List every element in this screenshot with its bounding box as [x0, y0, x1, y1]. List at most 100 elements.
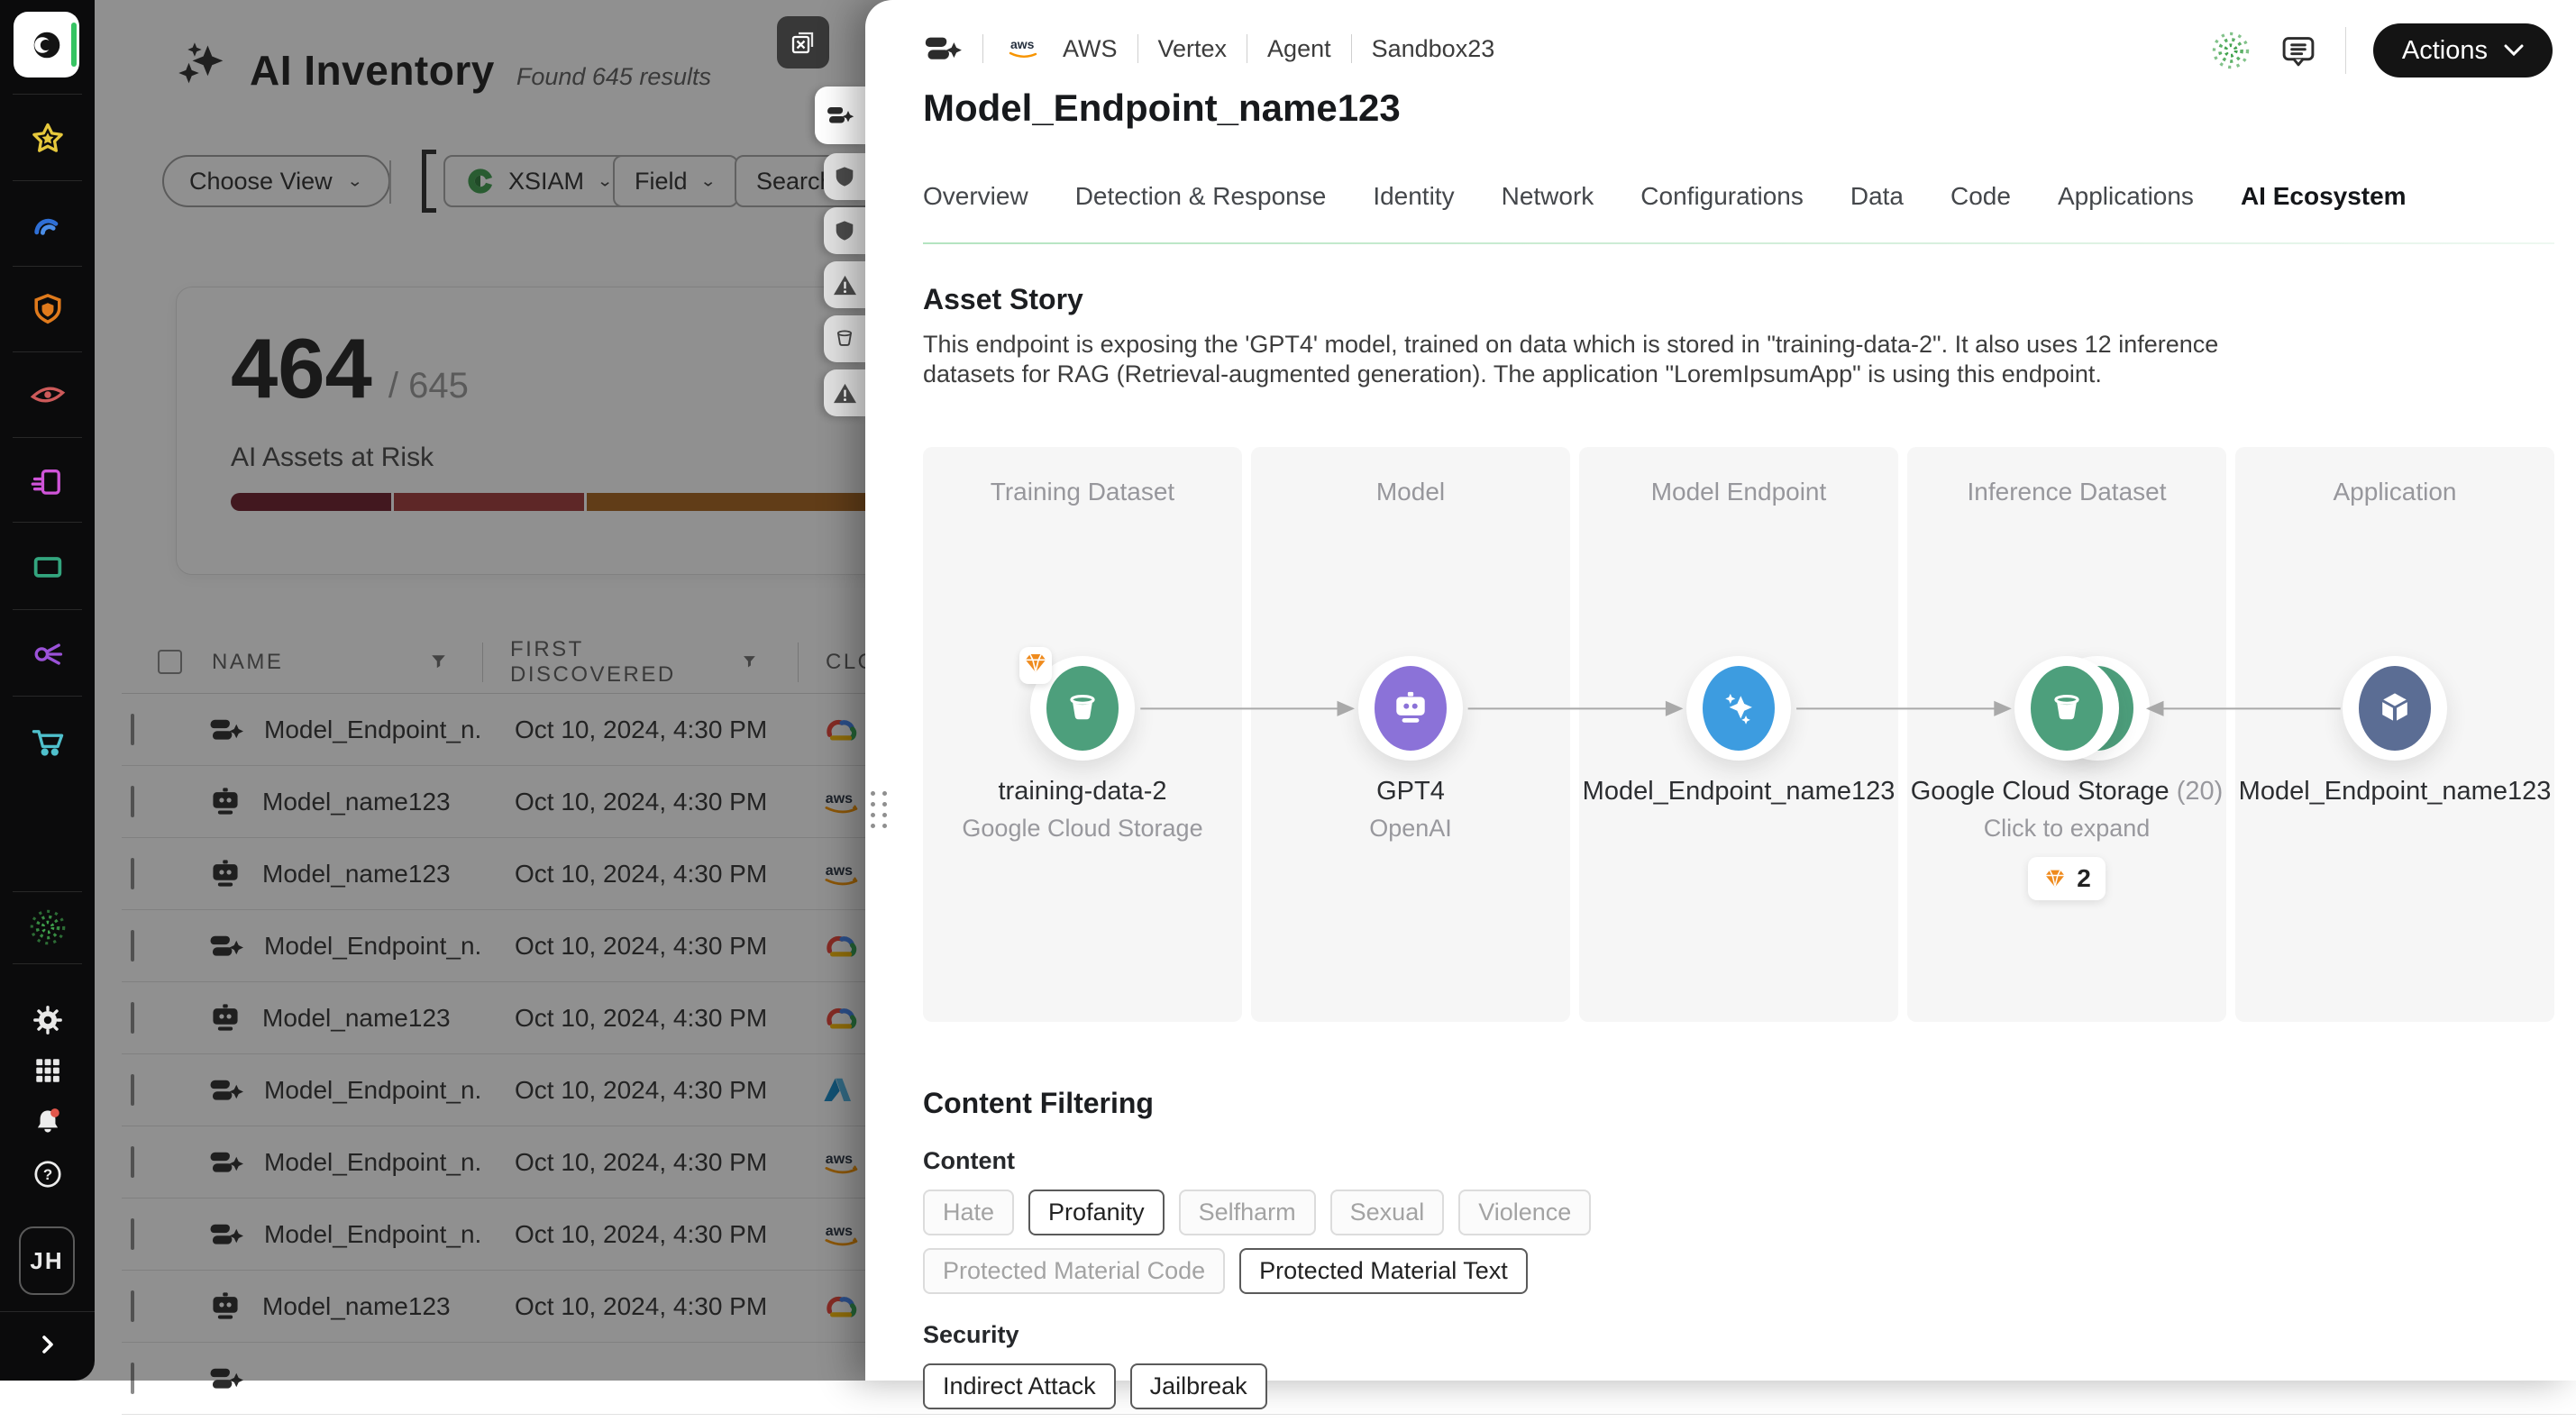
grid-icon	[32, 1054, 64, 1087]
tab-ai-ecosystem[interactable]: AI Ecosystem	[2241, 182, 2407, 233]
column-inference-dataset: Inference Dataset	[1907, 447, 2226, 1022]
ai-copilot-spiral-icon[interactable]	[2210, 30, 2252, 71]
panel-title: Model_Endpoint_name123	[923, 87, 1401, 130]
panel-resize-handle[interactable]	[871, 791, 888, 828]
chip-group-label-security: Security	[923, 1321, 2540, 1349]
tab-identity[interactable]: Identity	[1373, 182, 1454, 233]
node-count: (20)	[2177, 777, 2224, 806]
sidebar-item-reports[interactable]	[0, 465, 95, 501]
sidebar-item-protection[interactable]	[0, 292, 95, 328]
sidebar-item-home[interactable]	[14, 12, 79, 77]
chip-group-label-content: Content	[923, 1147, 2540, 1175]
node-training-dataset[interactable]: training-data-2 Google Cloud Storage	[923, 656, 1242, 843]
tab-network[interactable]: Network	[1502, 182, 1594, 233]
breadcrumb: aws AWS Vertex Agent Sandbox23	[923, 31, 1494, 67]
tab-applications[interactable]: Applications	[2058, 182, 2194, 233]
app-sidebar: ? JH	[0, 0, 95, 1381]
content-filtering-heading: Content Filtering	[923, 1087, 2540, 1120]
eye-icon	[29, 378, 67, 411]
panel-tab-alert[interactable]	[824, 369, 865, 416]
column-application: Application Model_Endpoint_name123	[2235, 447, 2554, 1022]
chevron-right-icon	[32, 1328, 64, 1361]
node-sublabel: OpenAI	[1369, 815, 1452, 843]
sidebar-item-insights[interactable]	[0, 207, 95, 243]
node-label[interactable]: training-data-2	[999, 777, 1167, 807]
tab-overview[interactable]: Overview	[923, 182, 1028, 233]
chip-protected-material-text[interactable]: Protected Material Text	[1239, 1248, 1528, 1294]
panel-tabs: Overview Detection & Response Identity Netw…	[923, 182, 2407, 233]
breadcrumb-category[interactable]: Agent	[1267, 35, 1331, 63]
svg-text:aws: aws	[1010, 37, 1035, 51]
chip-row: Protected Material Code Protected Materia…	[923, 1248, 2540, 1294]
content-filtering-section: Content Filtering Content Hate Profanity Se…	[923, 1087, 2540, 1422]
sidebar-item-threat-intel[interactable]	[0, 378, 95, 411]
panel-tab-shield[interactable]	[824, 207, 865, 254]
gem-icon	[2042, 866, 2068, 891]
bucket-icon	[1062, 688, 1103, 729]
sidebar-item-automation[interactable]	[0, 636, 95, 672]
asset-story-heading: Asset Story	[923, 283, 1083, 316]
risk-count-badge[interactable]: 2	[2028, 857, 2106, 900]
node-label[interactable]: Model_Endpoint_name123	[2239, 777, 2552, 807]
aws-logo-icon: aws	[1003, 35, 1043, 62]
column-model-endpoint: Model Endpoint Model_Endpoint_name123	[1579, 447, 1898, 1022]
panel-tab-dataset[interactable]	[824, 315, 865, 362]
node-model-endpoint[interactable]: Model_Endpoint_name123	[1579, 656, 1898, 807]
robot-icon	[1391, 688, 1430, 728]
help-icon: ?	[31, 1157, 65, 1191]
asset-detail-panel: aws AWS Vertex Agent Sandbox23 Actions M…	[865, 0, 2576, 1381]
sidebar-item-notifications[interactable]	[0, 1105, 95, 1139]
document-icon	[30, 465, 66, 501]
sidebar-item-favorites[interactable]	[0, 121, 95, 157]
chip-jailbreak[interactable]: Jailbreak	[1130, 1363, 1267, 1409]
node-label[interactable]: GPT4	[1376, 777, 1445, 807]
tab-configurations[interactable]: Configurations	[1640, 182, 1804, 233]
chip-violence[interactable]: Violence	[1458, 1190, 1591, 1235]
share-icon	[30, 636, 66, 672]
chip-sexual[interactable]: Sexual	[1330, 1190, 1445, 1235]
node-model[interactable]: GPT4 OpenAI	[1251, 656, 1570, 843]
sidebar-item-copilot[interactable]	[0, 907, 95, 947]
sidebar-item-apps[interactable]	[0, 1054, 95, 1087]
chip-row: Hate Profanity Selfharm Sexual Violence	[923, 1190, 2540, 1235]
comment-icon[interactable]	[2279, 31, 2318, 70]
xql-icon	[787, 26, 819, 59]
tab-code[interactable]: Code	[1950, 182, 2011, 233]
sidebar-item-help[interactable]: ?	[0, 1157, 95, 1191]
panel-tab-alert[interactable]	[824, 261, 865, 308]
sidebar-expand-button[interactable]	[0, 1328, 95, 1361]
node-label[interactable]: Model_Endpoint_name123	[1583, 777, 1895, 807]
xql-search-button[interactable]	[777, 16, 829, 68]
tab-data[interactable]: Data	[1850, 182, 1904, 233]
active-indicator	[71, 23, 77, 67]
chip-profanity[interactable]: Profanity	[1028, 1190, 1165, 1235]
chip-indirect-attack[interactable]: Indirect Attack	[923, 1363, 1116, 1409]
breadcrumb-provider[interactable]: AWS	[1063, 35, 1118, 63]
bucket-icon	[2046, 688, 2087, 729]
column-training-dataset: Training Dataset	[923, 447, 1242, 1022]
node-inference-dataset[interactable]: Google Cloud Storage (20) Click to expan…	[1907, 656, 2226, 900]
sidebar-item-marketplace[interactable]	[0, 725, 95, 761]
chip-selfharm[interactable]: Selfharm	[1179, 1190, 1316, 1235]
node-application[interactable]: Model_Endpoint_name123	[2235, 656, 2554, 807]
node-label[interactable]: Google Cloud Storage (20)	[1911, 777, 2224, 807]
avatar[interactable]: JH	[19, 1226, 75, 1295]
model-endpoint-icon	[923, 31, 963, 67]
panel-tab-shield[interactable]	[824, 153, 865, 200]
click-to-expand-hint[interactable]: Click to expand	[1984, 815, 2151, 843]
sidebar-item-endpoints[interactable]	[0, 550, 95, 586]
notification-dot	[50, 1108, 59, 1117]
ai-ecosystem-diagram: Training Dataset	[923, 447, 2554, 1022]
chip-hate[interactable]: Hate	[923, 1190, 1014, 1235]
panel-tab-endpoint-active[interactable]	[815, 87, 865, 144]
actions-button[interactable]: Actions	[2373, 23, 2553, 77]
chip-protected-material-code[interactable]: Protected Material Code	[923, 1248, 1225, 1294]
gem-icon	[1022, 650, 1049, 677]
cube-icon	[2374, 688, 2416, 729]
sidebar-item-settings[interactable]	[0, 1003, 95, 1037]
cart-icon	[30, 725, 66, 761]
breadcrumb-platform[interactable]: Vertex	[1158, 35, 1228, 63]
breadcrumb-tenant[interactable]: Sandbox23	[1372, 35, 1495, 63]
content-filtering-groups: Content Hate Profanity Selfharm Sexual Violen…	[923, 1147, 2540, 1409]
tab-detection-response[interactable]: Detection & Response	[1075, 182, 1327, 233]
